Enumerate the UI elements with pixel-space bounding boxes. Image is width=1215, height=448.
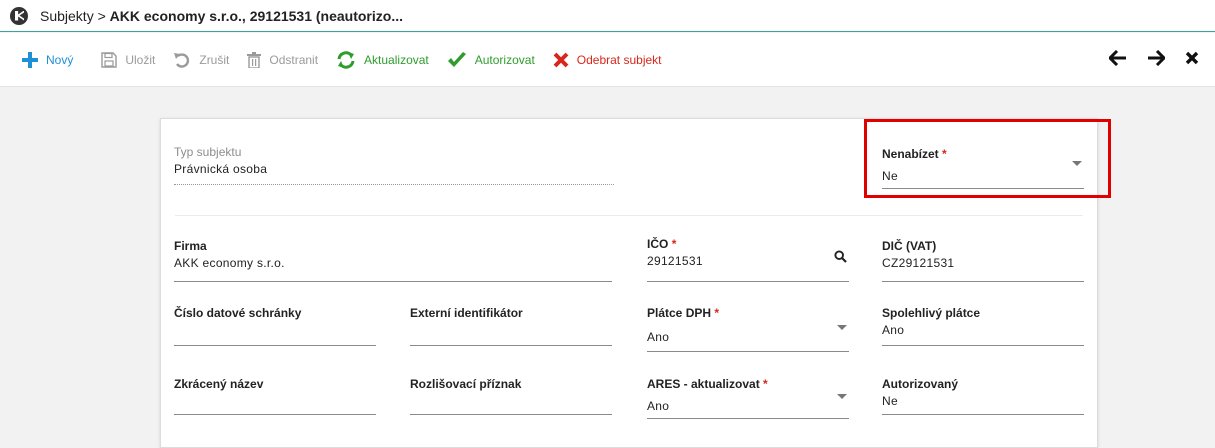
new-button[interactable]: Nový	[22, 51, 74, 68]
cancel-button[interactable]: Zrušit	[173, 52, 229, 68]
title-bar: Subjekty > AKK economy s.r.o., 29121531 …	[0, 0, 1215, 32]
firma-field[interactable]: Firma AKK economy s.r.o.	[174, 239, 612, 282]
platce-dph-underline	[647, 351, 849, 352]
nav-buttons	[1107, 33, 1199, 87]
ares-aktualizovat-label: ARES - aktualizovat	[647, 377, 760, 391]
x-icon	[553, 52, 569, 68]
undo-icon	[173, 52, 191, 68]
rozlisovaci-priznak-field[interactable]: Rozlišovací příznak	[410, 377, 612, 415]
authorize-button[interactable]: Autorizovat	[447, 51, 535, 68]
authorize-label: Autorizovat	[474, 52, 535, 67]
ares-aktualizovat-select[interactable]: ARES - aktualizovat * Ano	[647, 377, 849, 419]
spolehlivy-platce-value: Ano	[882, 323, 905, 337]
spolehlivy-platce-underline	[882, 345, 1084, 346]
app-logo-icon	[10, 6, 28, 25]
breadcrumb-separator: >	[97, 7, 106, 24]
search-icon[interactable]	[834, 250, 847, 268]
remove-subject-button[interactable]: Odebrat subjekt	[553, 52, 662, 68]
checkmark-icon	[447, 51, 467, 68]
datova-schranka-underline	[174, 345, 376, 346]
required-marker: *	[671, 237, 677, 251]
required-marker: *	[763, 377, 768, 391]
dic-label: DIČ (VAT)	[882, 239, 937, 253]
datova-schranka-field[interactable]: Číslo datové schránky	[174, 306, 376, 346]
externi-identifikator-label: Externí identifikátor	[410, 306, 523, 320]
remove-subject-label: Odebrat subjekt	[576, 52, 662, 67]
highlight-box	[864, 119, 1111, 198]
zkraceny-nazev-label: Zkrácený název	[174, 377, 264, 391]
close-icon[interactable]	[1185, 51, 1199, 70]
typ-subjektu-label: Typ subjektu	[174, 145, 242, 159]
save-button[interactable]: Uložit	[101, 51, 156, 68]
ico-field[interactable]: IČO * 29121531	[647, 237, 849, 282]
typ-subjektu-field: Typ subjektu Právnická osoba	[174, 145, 614, 185]
spolehlivy-platce-label: Spolehlivý plátce	[882, 306, 981, 320]
refresh-icon	[336, 50, 356, 69]
ico-value: 29121531	[647, 254, 703, 268]
dic-field[interactable]: DIČ (VAT) CZ29121531	[882, 239, 1084, 282]
chevron-down-icon	[837, 394, 847, 399]
zkraceny-nazev-field[interactable]: Zkrácený název	[174, 377, 376, 415]
section-divider	[175, 215, 1083, 216]
zkraceny-nazev-underline	[174, 414, 376, 415]
externi-identifikator-underline	[410, 345, 612, 346]
datova-schranka-label: Číslo datové schránky	[174, 306, 302, 320]
rozlisovaci-priznak-underline	[410, 414, 612, 415]
ares-aktualizovat-underline	[647, 418, 849, 419]
externi-identifikator-field[interactable]: Externí identifikátor	[410, 306, 612, 346]
refresh-button[interactable]: Aktualizovat	[336, 50, 429, 69]
spolehlivy-platce-field: Spolehlivý plátce Ano	[882, 306, 1084, 346]
new-label: Nový	[46, 52, 74, 67]
trash-icon	[247, 51, 262, 68]
dic-value: CZ29121531	[882, 256, 955, 270]
breadcrumb: Subjekty > AKK economy s.r.o., 29121531 …	[40, 8, 403, 24]
firma-label: Firma	[174, 239, 207, 253]
breadcrumb-current: AKK economy s.r.o., 29121531 (neautorizo…	[109, 7, 403, 24]
platce-dph-select[interactable]: Plátce DPH * Ano	[647, 306, 849, 352]
refresh-label: Aktualizovat	[364, 52, 429, 67]
rozlisovaci-priznak-label: Rozlišovací příznak	[410, 377, 522, 391]
firma-underline	[174, 281, 612, 282]
ico-label: IČO	[647, 237, 669, 251]
typ-subjektu-underline	[174, 184, 614, 185]
dic-underline	[882, 281, 1084, 282]
ico-underline	[647, 281, 849, 282]
typ-subjektu-value: Právnická osoba	[174, 162, 268, 176]
autorizovany-underline	[882, 414, 1084, 415]
autorizovany-value: Ne	[882, 394, 898, 408]
platce-dph-value: Ano	[647, 330, 670, 344]
required-marker: *	[714, 306, 720, 320]
ares-aktualizovat-value: Ano	[647, 399, 670, 413]
chevron-down-icon	[837, 325, 847, 330]
breadcrumb-root[interactable]: Subjekty	[40, 8, 94, 24]
autorizovany-label: Autorizovaný	[882, 377, 959, 391]
plus-icon	[22, 51, 38, 68]
firma-value: AKK economy s.r.o.	[174, 256, 285, 270]
arrow-right-icon[interactable]	[1147, 49, 1167, 71]
autorizovany-field: Autorizovaný Ne	[882, 377, 1084, 415]
floppy-disk-icon	[101, 51, 118, 68]
platce-dph-label: Plátce DPH	[647, 306, 712, 320]
delete-label: Odstranit	[269, 52, 319, 67]
cancel-label: Zrušit	[199, 52, 230, 67]
delete-button[interactable]: Odstranit	[247, 51, 319, 68]
arrow-left-icon[interactable]	[1107, 49, 1127, 71]
save-label: Uložit	[125, 52, 156, 67]
toolbar: Nový Uložit Zrušit Odstranit Aktualizova…	[0, 33, 1215, 87]
